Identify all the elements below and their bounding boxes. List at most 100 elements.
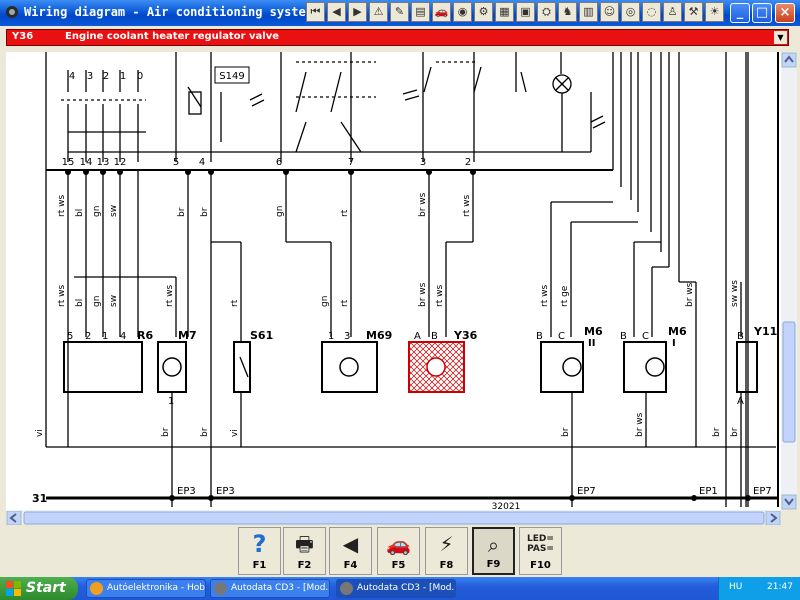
vertical-scrollbar[interactable]: [781, 52, 797, 510]
connector-pin-label: 4: [199, 157, 205, 168]
manual-icon[interactable]: ▥: [579, 2, 598, 22]
function-key-label: F10: [530, 560, 551, 571]
ground-point-node: [169, 495, 175, 501]
contact-pin-label: 3: [87, 71, 93, 82]
lamp-icon[interactable]: ◌: [642, 2, 661, 22]
component-pin-label: B: [620, 331, 627, 342]
horizontal-scrollbar[interactable]: [6, 510, 781, 526]
relay-label: S149: [219, 71, 244, 82]
connector-terminal: [348, 169, 354, 175]
browser-icon: [90, 582, 103, 595]
contact-pin-label: 4: [69, 71, 75, 82]
pages-icon[interactable]: ▦: [495, 2, 514, 22]
wire-color-label: br ws: [418, 192, 428, 217]
component-pin-label: 5: [67, 331, 73, 342]
component-sub-label: II: [588, 338, 595, 349]
component-name: Engine coolant heater regulator valve: [65, 31, 279, 42]
zoom-icon: ⌕: [487, 533, 500, 557]
wire-color-label: br: [712, 427, 722, 437]
function-key-label: F9: [486, 559, 501, 570]
seat-icon[interactable]: ♞: [558, 2, 577, 22]
wire-color-label: sw ws: [730, 280, 740, 307]
component-pin-label: C: [558, 331, 565, 342]
wire-color-label: sw: [109, 205, 119, 217]
wire-color-label: br ws: [418, 282, 428, 307]
component-label-m7: M7: [178, 329, 197, 342]
ground-point-node: [208, 495, 214, 501]
connector-terminal: [426, 169, 432, 175]
tools-icon[interactable]: ⚒: [684, 2, 703, 22]
book-icon[interactable]: ▤: [411, 2, 430, 22]
component-pin-label: 2: [85, 331, 91, 342]
wire-color-label: rt ws: [57, 285, 67, 307]
autodata-icon: [214, 582, 227, 595]
component-pin-label: 3: [344, 331, 350, 342]
close-button[interactable]: ×: [775, 3, 795, 23]
service-icon[interactable]: ⚙: [474, 2, 493, 22]
function-key-label: F1: [252, 560, 267, 571]
language-indicator[interactable]: HU: [729, 582, 742, 592]
component-pin-label: B: [431, 331, 438, 342]
connector-pin-label: 7: [348, 157, 354, 168]
tool-icon[interactable]: ✎: [390, 2, 409, 22]
component-pin-label: C: [642, 331, 649, 342]
component-code: Y36: [12, 31, 34, 42]
maximize-button[interactable]: □: [752, 3, 772, 23]
ground-point-node: [745, 495, 751, 501]
next-page-icon[interactable]: ▶: [348, 2, 367, 22]
taskbar-item-autodata-1[interactable]: Autodata CD3 - [Mod...: [210, 579, 330, 598]
car-icon[interactable]: 🚗: [432, 2, 451, 22]
taskbar-item-hobby[interactable]: Autóelektronika - Hob...: [86, 579, 206, 598]
component-pin-label: 1: [328, 331, 334, 342]
back-icon: ◀: [342, 532, 359, 556]
wire-color-label: br: [161, 427, 171, 437]
function-key-f9[interactable]: ⌕ F9: [472, 527, 515, 575]
wire-color-label: br: [561, 427, 571, 437]
wire-color-label: gn: [275, 206, 285, 217]
component-label-y36: Y36: [453, 329, 478, 342]
tyre-icon[interactable]: ◎: [621, 2, 640, 22]
function-key-f8[interactable]: ⚡ F8: [425, 527, 468, 575]
wire-color-label: br: [177, 207, 187, 217]
first-page-icon[interactable]: ⏮: [306, 2, 325, 22]
function-key-f4[interactable]: ◀ F4: [329, 527, 372, 575]
wire-color-label: br: [200, 427, 210, 437]
wire-color-label: sw: [109, 295, 119, 307]
function-key-f2[interactable]: 🖶 F2: [283, 527, 326, 575]
face-icon[interactable]: ☺: [600, 2, 619, 22]
warning-icon[interactable]: ⚠: [369, 2, 388, 22]
person-icon[interactable]: ♙: [663, 2, 682, 22]
connector-terminal: [208, 169, 214, 175]
taskbar-item-autodata-2[interactable]: Autodata CD3 - [Mod...: [336, 579, 456, 598]
function-key-f10[interactable]: LED= PAS= F10: [519, 527, 562, 575]
minimize-button[interactable]: _: [730, 3, 750, 23]
connector-pin-label: 5: [173, 157, 179, 168]
connector-terminal: [83, 169, 89, 175]
bulb-icon[interactable]: ☀: [705, 2, 724, 22]
wire-color-label: bl: [75, 209, 85, 217]
component-label-s61: S61: [250, 329, 273, 342]
connector-pin-label: 15: [62, 157, 75, 168]
ground-point-label: EP1: [699, 486, 718, 497]
wire-color-label: bl: [75, 299, 85, 307]
connector-terminal: [283, 169, 289, 175]
wire-color-label: gn: [92, 296, 102, 307]
wiring-diagram[interactable]: 4 3 2 1 0 S149 15 14 13 12 5 4 6 7 3 2 rt ws bl gn sw br br gn…: [6, 52, 781, 510]
contact-pin-label: 1: [120, 71, 126, 82]
help-icon: ?: [252, 530, 267, 558]
gauge-icon[interactable]: ◉: [453, 2, 472, 22]
function-key-f1[interactable]: ? F1: [238, 527, 281, 575]
prev-page-icon[interactable]: ◀: [327, 2, 346, 22]
component-selector[interactable]: Y36 Engine coolant heater regulator valv…: [6, 29, 789, 46]
connector-pin-label: 12: [114, 157, 127, 168]
led-pas-icon: LED= PAS=: [527, 534, 554, 554]
start-button[interactable]: Start: [0, 577, 78, 600]
engine-icon[interactable]: ⛭: [537, 2, 556, 22]
sheet-number: 32021: [492, 502, 521, 510]
printer-icon: 🖶: [295, 532, 314, 556]
dropdown-arrow-icon[interactable]: ▼: [774, 31, 787, 44]
wire-color-label: rt: [230, 299, 240, 307]
parts-icon[interactable]: ▣: [516, 2, 535, 22]
function-key-f5[interactable]: 🚗 F5: [377, 527, 420, 575]
wire-color-label: vi: [230, 429, 240, 437]
